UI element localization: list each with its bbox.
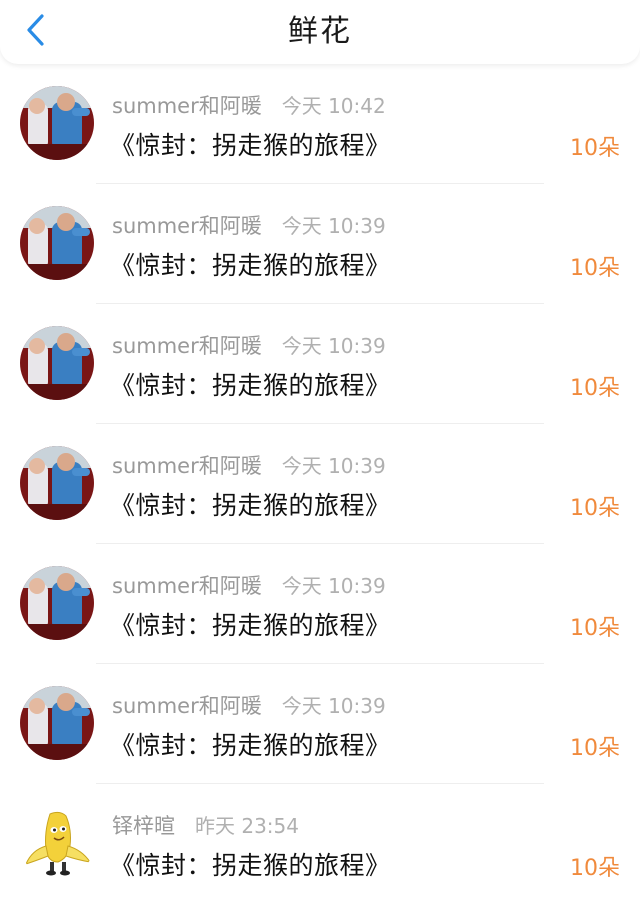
avatar[interactable] [20, 806, 94, 880]
username[interactable]: summer和阿暖 [112, 690, 262, 720]
flower-item[interactable]: summer和阿暖 今天 10:39 《惊封：拐走猴的旅程》 10朵 [0, 304, 640, 424]
flower-item[interactable]: summer和阿暖 今天 10:39 《惊封：拐走猴的旅程》 10朵 [0, 184, 640, 304]
book-title[interactable]: 《惊封：拐走猴的旅程》 [110, 366, 391, 402]
nav-bar: 鲜花 [0, 0, 640, 64]
timestamp: 今天 10:39 [281, 454, 386, 478]
flower-amount: 10朵 [570, 136, 620, 161]
book-title[interactable]: 《惊封：拐走猴的旅程》 [110, 846, 391, 882]
book-title[interactable]: 《惊封：拐走猴的旅程》 [110, 726, 391, 762]
flower-item[interactable]: summer和阿暖 今天 10:39 《惊封：拐走猴的旅程》 10朵 [0, 664, 640, 784]
username[interactable]: summer和阿暖 [112, 450, 262, 480]
book-title[interactable]: 《惊封：拐走猴的旅程》 [110, 606, 391, 642]
timestamp: 今天 10:39 [281, 334, 386, 358]
avatar[interactable] [20, 566, 94, 640]
flower-amount: 10朵 [570, 376, 620, 401]
avatar-photo-image [20, 686, 94, 760]
username[interactable]: summer和阿暖 [112, 210, 262, 240]
flower-item[interactable]: summer和阿暖 今天 10:42 《惊封：拐走猴的旅程》 10朵 [0, 64, 640, 184]
flower-amount: 10朵 [570, 256, 620, 281]
avatar-photo-image [20, 206, 94, 280]
flower-item[interactable]: 铎梓暄 昨天 23:54 《惊封：拐走猴的旅程》 10朵 [0, 784, 640, 904]
flower-item[interactable]: summer和阿暖 今天 10:39 《惊封：拐走猴的旅程》 10朵 [0, 544, 640, 664]
book-title[interactable]: 《惊封：拐走猴的旅程》 [110, 246, 391, 282]
avatar[interactable] [20, 206, 94, 280]
username[interactable]: summer和阿暖 [112, 330, 262, 360]
flower-item[interactable]: summer和阿暖 今天 10:39 《惊封：拐走猴的旅程》 10朵 [0, 424, 640, 544]
avatar-photo-image [20, 326, 94, 400]
timestamp: 今天 10:39 [281, 574, 386, 598]
avatar[interactable] [20, 686, 94, 760]
username[interactable]: 铎梓暄 [112, 810, 175, 840]
username[interactable]: summer和阿暖 [112, 570, 262, 600]
book-title[interactable]: 《惊封：拐走猴的旅程》 [110, 126, 391, 162]
banana-avatar-image [20, 806, 94, 880]
timestamp: 今天 10:39 [281, 214, 386, 238]
flower-amount: 10朵 [570, 856, 620, 881]
timestamp: 昨天 23:54 [195, 814, 299, 838]
username[interactable]: summer和阿暖 [112, 90, 262, 120]
avatar[interactable] [20, 86, 94, 160]
avatar-photo-image [20, 566, 94, 640]
timestamp: 今天 10:42 [281, 94, 386, 118]
flower-amount: 10朵 [570, 496, 620, 521]
avatar-photo-image [20, 446, 94, 520]
book-title[interactable]: 《惊封：拐走猴的旅程》 [110, 486, 391, 522]
avatar[interactable] [20, 326, 94, 400]
flower-amount: 10朵 [570, 616, 620, 641]
flower-amount: 10朵 [570, 736, 620, 761]
avatar[interactable] [20, 446, 94, 520]
timestamp: 今天 10:39 [281, 694, 386, 718]
avatar-photo-image [20, 86, 94, 160]
page-title: 鲜花 [288, 14, 352, 49]
flower-list: summer和阿暖 今天 10:42 《惊封：拐走猴的旅程》 10朵 summe… [0, 64, 640, 904]
